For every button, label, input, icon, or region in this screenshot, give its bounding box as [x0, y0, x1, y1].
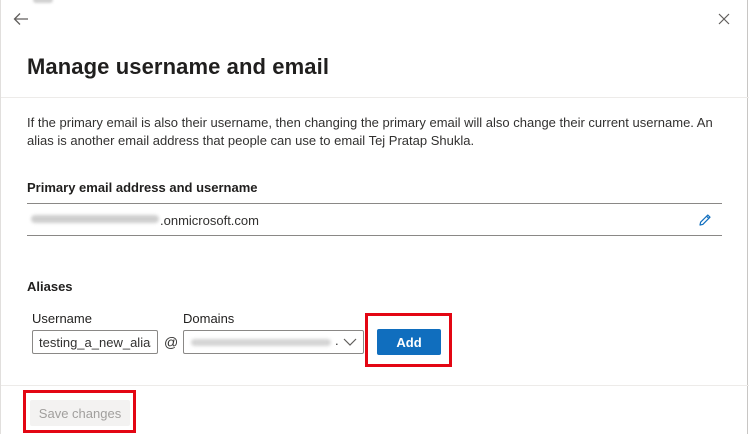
alias-domain-select[interactable]: .: [183, 330, 364, 354]
close-icon: [718, 13, 730, 25]
footer-divider: [1, 385, 749, 386]
primary-email-domain: .onmicrosoft.com: [160, 213, 259, 228]
pencil-icon: [699, 214, 711, 226]
chevron-down-icon: [343, 336, 357, 348]
back-arrow-icon: [13, 13, 28, 25]
redacted-email-local-part: [31, 215, 159, 223]
domain-trailing-dot: .: [335, 333, 339, 348]
primary-email-row: .onmicrosoft.com: [27, 203, 722, 236]
header-divider: [1, 97, 749, 98]
redacted-top-text: [33, 0, 53, 3]
primary-email-label: Primary email address and username: [27, 180, 258, 195]
alias-username-input[interactable]: [32, 330, 158, 354]
alias-domains-label: Domains: [183, 311, 235, 326]
at-symbol: @: [164, 334, 179, 350]
alias-username-label: Username: [32, 311, 92, 326]
edit-primary-email-button[interactable]: [696, 211, 714, 229]
add-alias-button[interactable]: Add: [377, 329, 441, 355]
close-button[interactable]: [715, 10, 733, 28]
manage-username-panel: Manage username and email If the primary…: [0, 0, 749, 434]
panel-description: If the primary email is also their usern…: [27, 115, 713, 148]
panel-title: Manage username and email: [27, 54, 330, 79]
back-button[interactable]: [11, 9, 31, 29]
redacted-domain-value: [191, 339, 331, 346]
aliases-label: Aliases: [27, 279, 73, 294]
save-changes-button[interactable]: Save changes: [30, 400, 130, 426]
